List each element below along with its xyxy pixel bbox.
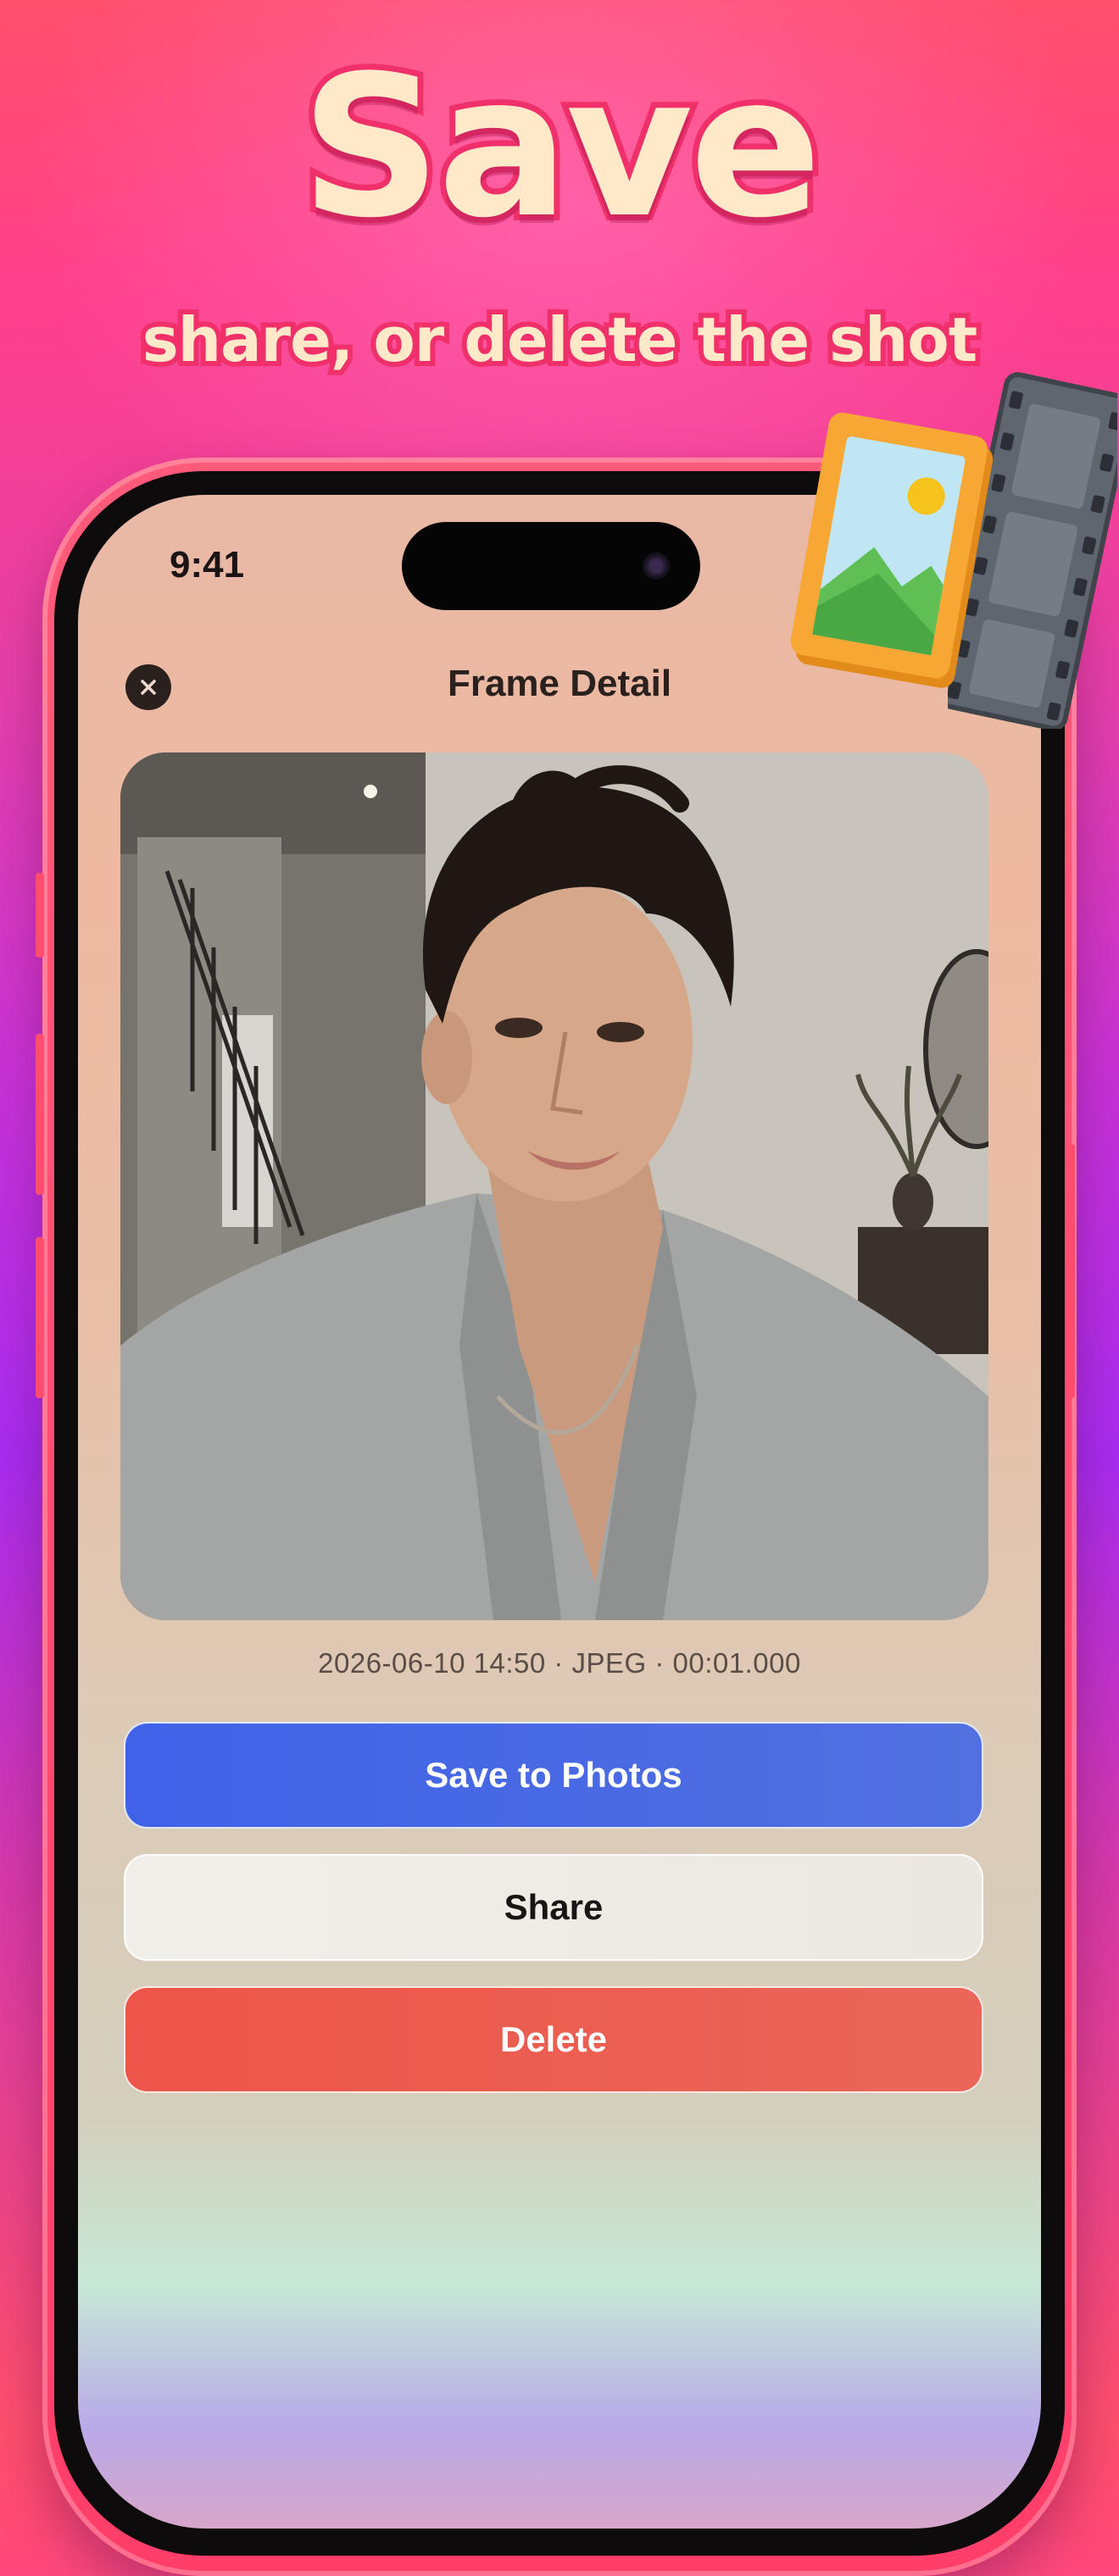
- selfie-photo-illustration: [120, 752, 988, 1620]
- camera-icon: [643, 552, 670, 580]
- promo-headline: Save: [295, 35, 828, 261]
- phone-side-button: [36, 873, 44, 958]
- share-button[interactable]: Share: [124, 1854, 983, 1961]
- phone-screen: 9:41 Frame Detail 2026-06-10 14:50 · JPE…: [78, 495, 1041, 2529]
- status-time: 9:41: [170, 544, 245, 586]
- phone-side-button: [36, 1034, 44, 1195]
- save-to-photos-button[interactable]: Save to Photos: [124, 1722, 983, 1829]
- delete-button[interactable]: Delete: [124, 1986, 983, 2093]
- phone-side-button: [36, 1237, 44, 1398]
- photo-metadata: 2026-06-10 14:50 · JPEG · 00:01.000: [318, 1647, 801, 1679]
- phone-side-button: [1066, 1144, 1075, 1398]
- picture-frame-icon: [788, 398, 1000, 712]
- dynamic-island: [402, 522, 700, 610]
- frame-photo: [120, 752, 988, 1620]
- promo-subline: share, or delete the shot: [137, 304, 983, 375]
